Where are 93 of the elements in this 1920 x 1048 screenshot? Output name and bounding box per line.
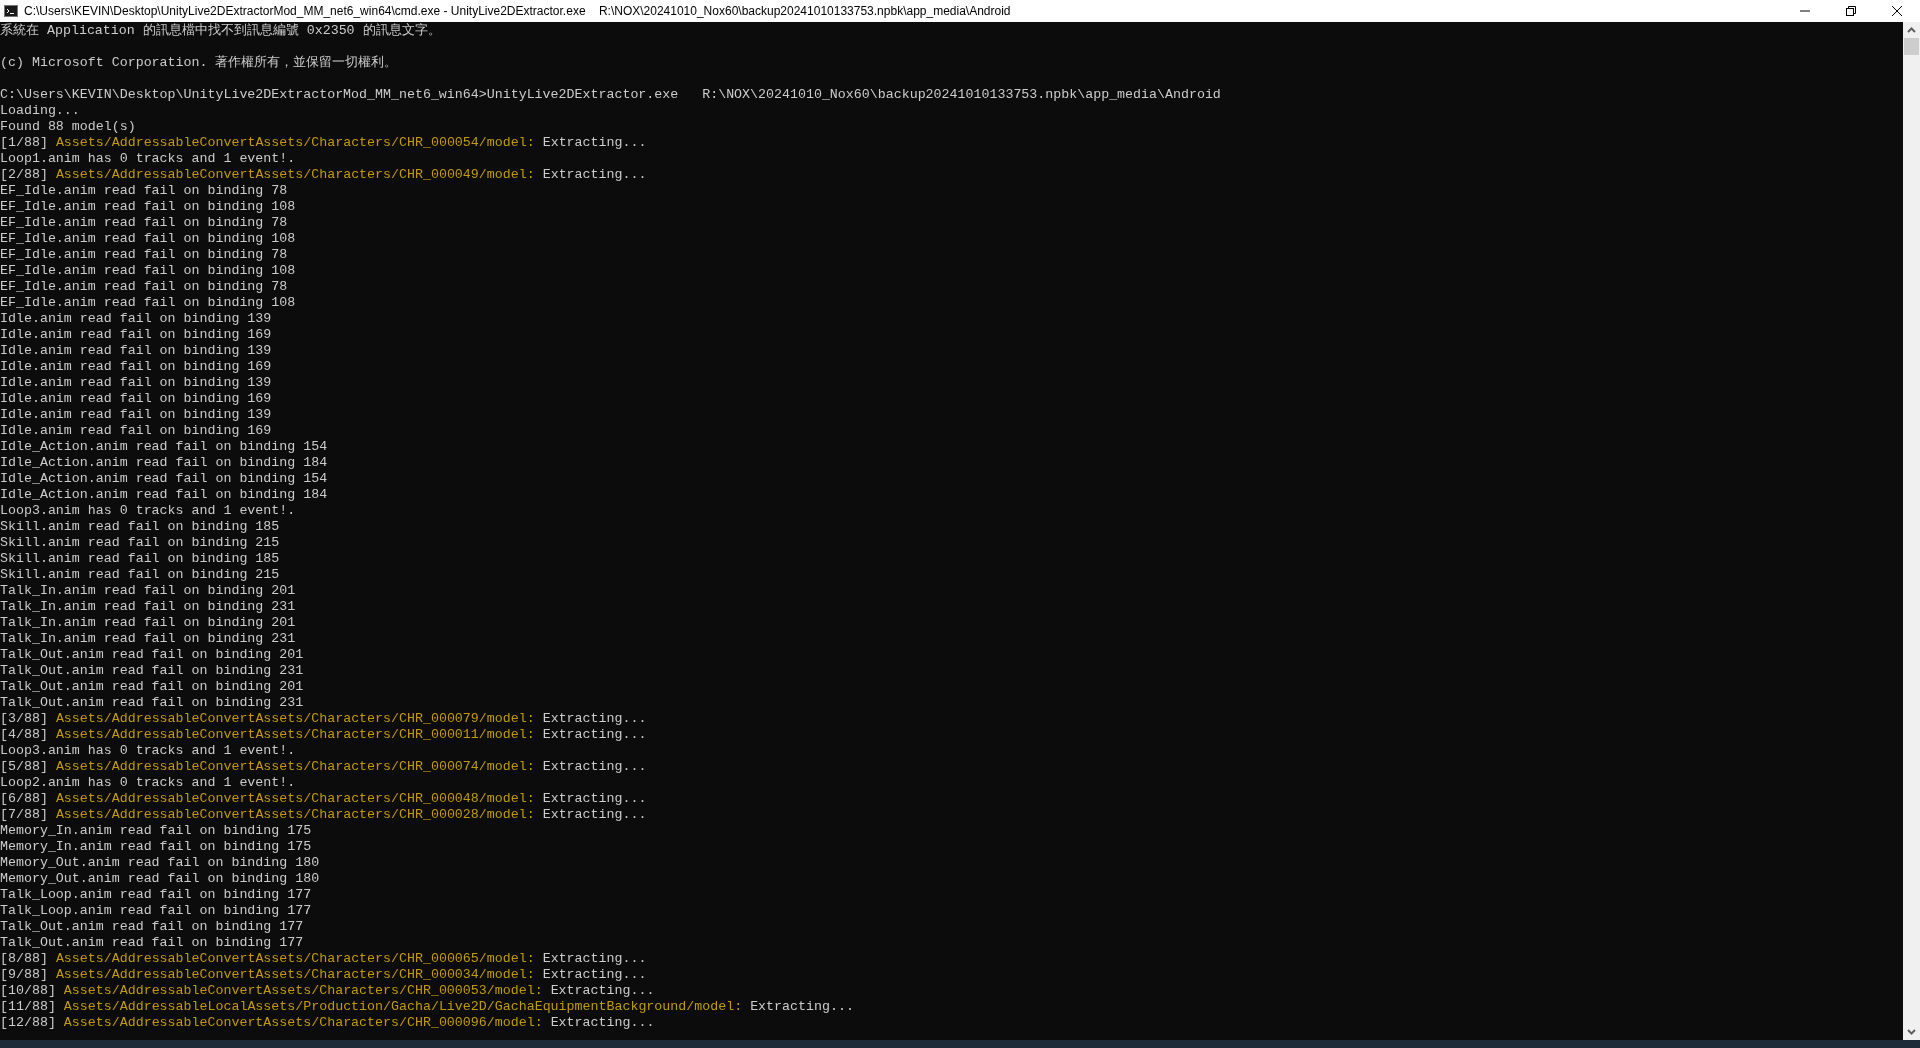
console-line: (c) Microsoft Corporation. 著作權所有，並保留一切權利。: [0, 55, 399, 71]
model-path: Assets/AddressableConvertAssets/Characters/CHR_000065/model:: [55, 951, 535, 966]
progress-counter: [9/88]: [0, 967, 48, 982]
console-line: Skill.anim read fail on binding 215: [0, 567, 281, 583]
model-path: Assets/AddressableLocalAssets/Production/Gacha/Live2D/GachaEquipmentBackground/model:: [63, 999, 743, 1014]
console-line: Loop1.anim has 0 tracks and 1 event!.: [0, 151, 297, 167]
console-line: EF_Idle.anim read fail on binding 108: [0, 231, 297, 247]
extract-status: Extracting...: [542, 951, 647, 966]
extract-status: Extracting...: [750, 999, 854, 1014]
console-line: EF_Idle.anim read fail on binding 78: [0, 247, 289, 263]
extract-status: Extracting...: [542, 759, 647, 774]
close-icon: [1892, 6, 1902, 16]
console-line: EF_Idle.anim read fail on binding 108: [0, 199, 297, 215]
console-line: Memory_In.anim read fail on binding 175: [0, 823, 313, 839]
console-line: Skill.anim read fail on binding 185: [0, 551, 281, 567]
scroll-down-icon[interactable]: [1907, 1029, 1916, 1035]
extract-status: Extracting...: [542, 791, 647, 806]
console-line: EF_Idle.anim read fail on binding 78: [0, 183, 289, 199]
model-path: Assets/AddressableConvertAssets/Characters/CHR_000079/model:: [55, 711, 535, 726]
console-line: Memory_Out.anim read fail on binding 180: [0, 855, 321, 871]
restore-icon: [1846, 6, 1856, 16]
console-line: Loop2.anim has 0 tracks and 1 event!.: [0, 775, 297, 791]
model-path: Assets/AddressableConvertAssets/Characters/CHR_000049/model:: [55, 167, 535, 182]
console-line: EF_Idle.anim read fail on binding 108: [0, 263, 297, 279]
console-line: Talk_Out.anim read fail on binding 177: [0, 919, 305, 935]
console-line: Skill.anim read fail on binding 215: [0, 535, 281, 551]
model-path: Assets/AddressableConvertAssets/Characters/CHR_000034/model:: [55, 967, 535, 982]
window-title: C:\Users\KEVIN\Desktop\UnityLive2DExtractorMod_MM_net6_win64\cmd.exe - UnityLive2DExtractor.exe R:\NOX\20241010_Nox60\backup20241010133753.npbk\app_media\Android: [24, 3, 1011, 20]
console-line: Idle.anim read fail on binding 139: [0, 407, 273, 423]
console-line: Talk_In.anim read fail on binding 201: [0, 583, 297, 599]
console-line: EF_Idle.anim read fail on binding 78: [0, 279, 289, 295]
console-line: Loop3.anim has 0 tracks and 1 event!.: [0, 503, 297, 519]
scroll-up-icon[interactable]: [1907, 27, 1916, 33]
progress-counter: [8/88]: [0, 951, 48, 966]
console-line: Talk_In.anim read fail on binding 231: [0, 631, 297, 647]
console-line: Idle_Action.anim read fail on binding 184: [0, 487, 329, 503]
progress-counter: [4/88]: [0, 727, 48, 742]
progress-counter: [1/88]: [0, 135, 48, 150]
extract-status: Extracting...: [542, 135, 647, 150]
console-line: EF_Idle.anim read fail on binding 78: [0, 215, 289, 231]
vertical-scrollbar[interactable]: [1903, 22, 1920, 1040]
console-line: EF_Idle.anim read fail on binding 108: [0, 295, 297, 311]
extract-status: Extracting...: [542, 711, 647, 726]
console-line: Loading...: [0, 103, 81, 119]
console-line: Talk_Loop.anim read fail on binding 177: [0, 887, 313, 903]
model-path: Assets/AddressableConvertAssets/Characters/CHR_000096/model:: [63, 1015, 543, 1030]
console-line: Idle.anim read fail on binding 169: [0, 391, 273, 407]
console-line: Idle.anim read fail on binding 139: [0, 311, 273, 327]
progress-counter: [7/88]: [0, 807, 48, 822]
model-path: Assets/AddressableConvertAssets/Characters/CHR_000053/model:: [63, 983, 543, 998]
progress-counter: [12/88]: [0, 1015, 56, 1030]
console-line: Idle_Action.anim read fail on binding 184: [0, 455, 329, 471]
console-line: Idle.anim read fail on binding 139: [0, 375, 273, 391]
console-line: Idle.anim read fail on binding 169: [0, 327, 273, 343]
console-line: Talk_In.anim read fail on binding 231: [0, 599, 297, 615]
console-line: Idle.anim read fail on binding 169: [0, 359, 273, 375]
console-line: Idle.anim read fail on binding 139: [0, 343, 273, 359]
console-line: Skill.anim read fail on binding 185: [0, 519, 281, 535]
progress-counter: [10/88]: [0, 983, 56, 998]
progress-counter: [2/88]: [0, 167, 48, 182]
console-line: 系統在 Application 的訊息檔中找不到訊息編號 0x2350 的訊息文字。: [0, 23, 442, 39]
model-path: Assets/AddressableConvertAssets/Characters/CHR_000028/model:: [55, 807, 535, 822]
console-line: Talk_Out.anim read fail on binding 231: [0, 663, 305, 679]
console-line: Memory_In.anim read fail on binding 175: [0, 839, 313, 855]
extract-status: Extracting...: [542, 807, 647, 822]
console-line: Loop3.anim has 0 tracks and 1 event!.: [0, 743, 297, 759]
progress-counter: [5/88]: [0, 759, 48, 774]
progress-counter: [11/88]: [0, 999, 56, 1014]
model-path: Assets/AddressableConvertAssets/Characters/CHR_000048/model:: [55, 791, 535, 806]
console-line: Talk_Out.anim read fail on binding 201: [0, 647, 305, 663]
extract-status: Extracting...: [550, 1015, 655, 1030]
console-line: Talk_Loop.anim read fail on binding 177: [0, 903, 313, 919]
model-path: Assets/AddressableConvertAssets/Characters/CHR_000074/model:: [55, 759, 535, 774]
console-line: Idle_Action.anim read fail on binding 154: [0, 471, 329, 487]
console-icon: [4, 5, 18, 17]
console-line: Talk_Out.anim read fail on binding 177: [0, 935, 305, 951]
console-line: Idle.anim read fail on binding 169: [0, 423, 273, 439]
console-line: Talk_Out.anim read fail on binding 231: [0, 695, 305, 711]
extract-status: Extracting...: [542, 727, 647, 742]
extract-status: Extracting...: [542, 167, 647, 182]
console-line: Talk_In.anim read fail on binding 201: [0, 615, 297, 631]
model-path: Assets/AddressableConvertAssets/Characters/CHR_000054/model:: [55, 135, 535, 150]
console-line: Memory_Out.anim read fail on binding 180: [0, 871, 321, 887]
console-line: C:\Users\KEVIN\Desktop\UnityLive2DExtractorMod_MM_net6_win64>UnityLive2DExtractor.exe R:\NOX\20241010_Nox60\backup20241010133753.npbk\app_media\Android: [0, 87, 1222, 103]
console-line: Found 88 model(s): [0, 119, 137, 135]
extract-status: Extracting...: [542, 967, 647, 982]
extract-status: Extracting...: [550, 983, 655, 998]
console-line: Talk_Out.anim read fail on binding 201: [0, 679, 305, 695]
console-line: Idle_Action.anim read fail on binding 154: [0, 439, 329, 455]
progress-counter: [3/88]: [0, 711, 48, 726]
model-path: Assets/AddressableConvertAssets/Characters/CHR_000011/model:: [55, 727, 535, 742]
scrollbar-thumb[interactable]: [1904, 38, 1919, 55]
progress-counter: [6/88]: [0, 791, 48, 806]
